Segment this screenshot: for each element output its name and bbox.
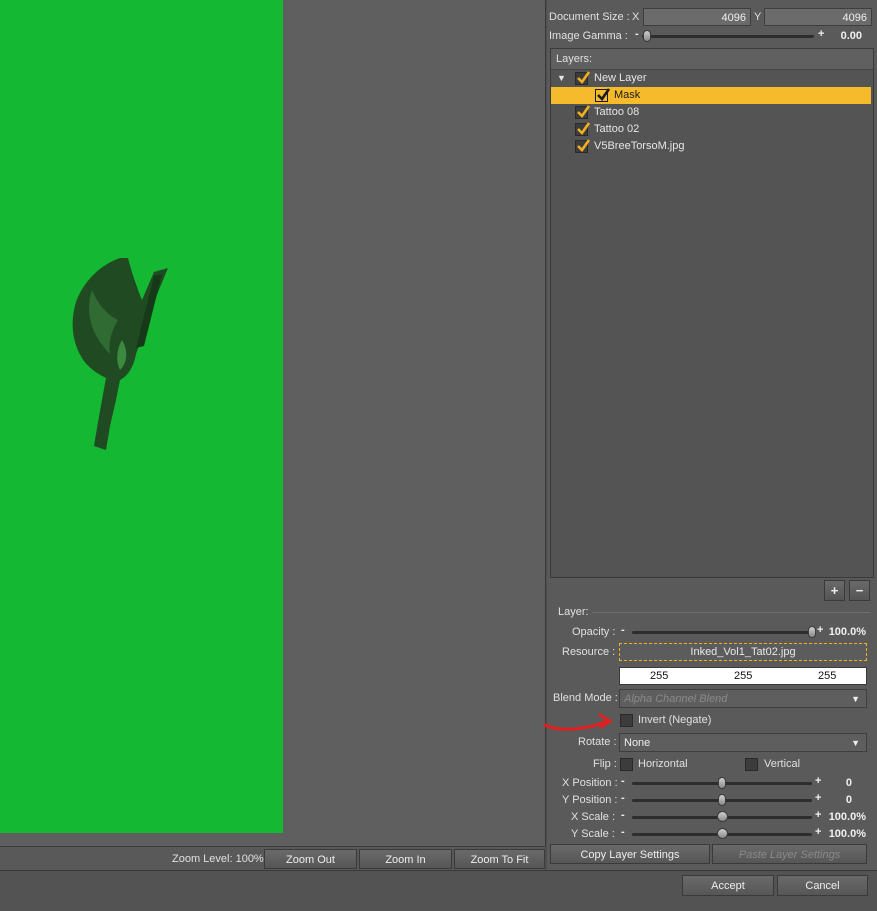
tattoo-image <box>72 258 168 450</box>
opacity-value: 100.0% <box>828 626 866 638</box>
gamma-plus-icon[interactable]: + <box>818 28 824 40</box>
remove-layer-button[interactable]: − <box>849 580 870 601</box>
flip-label: Flip : <box>593 758 617 770</box>
y-position-plus-icon[interactable]: + <box>815 792 821 804</box>
opacity-label: Opacity : <box>572 626 616 638</box>
y-label: Y <box>754 11 762 23</box>
document-width-field[interactable]: 4096 <box>643 8 751 26</box>
dropdown-arrow-icon: ▼ <box>851 738 860 748</box>
opacity-slider-track[interactable] <box>632 631 815 634</box>
layer-label: Tattoo 08 <box>594 106 640 118</box>
color-green-value: 255 <box>734 670 753 682</box>
rotate-value: None <box>624 737 651 749</box>
checkbox-checked-icon[interactable] <box>575 122 591 136</box>
checkbox-checked-icon[interactable] <box>575 105 591 119</box>
document-size-label: Document Size : <box>549 11 630 23</box>
layers-header-label: Layers: <box>556 53 593 65</box>
group-divider <box>592 612 870 613</box>
opacity-slider-handle[interactable] <box>808 626 816 638</box>
gamma-minus-icon[interactable]: - <box>635 28 639 40</box>
x-position-minus-icon[interactable]: - <box>621 775 625 787</box>
checkbox-checked-icon[interactable] <box>595 88 611 102</box>
opacity-plus-icon[interactable]: + <box>817 624 823 636</box>
rotate-label: Rotate : <box>578 736 617 748</box>
color-red-value: 255 <box>650 670 669 682</box>
layers-list[interactable]: Layers: ▼ New Layer Mask Tattoo 08 Tatto… <box>550 48 874 578</box>
y-scale-value: 100.0% <box>828 828 866 840</box>
layer-group-label: Layer: <box>558 606 589 618</box>
layer-row-base-texture[interactable]: V5BreeTorsoM.jpg <box>551 138 873 155</box>
zoom-toolbar: Zoom Level: 100% Zoom Out Zoom In Zoom T… <box>0 846 545 871</box>
y-scale-label: Y Scale : <box>571 828 615 840</box>
layer-label: V5BreeTorsoM.jpg <box>594 140 685 152</box>
gamma-value: 0.00 <box>840 30 862 42</box>
paste-layer-settings-button[interactable]: Paste Layer Settings <box>712 844 867 864</box>
invert-checkbox[interactable] <box>620 714 633 727</box>
image-gamma-label: Image Gamma : <box>549 30 628 42</box>
y-scale-plus-icon[interactable]: + <box>815 826 821 838</box>
cancel-button[interactable]: Cancel <box>777 875 868 896</box>
x-scale-slider-handle[interactable] <box>717 811 728 822</box>
zoom-out-button[interactable]: Zoom Out <box>264 849 357 869</box>
layer-row-mask[interactable]: Mask <box>551 87 871 104</box>
blend-mode-value: Alpha Channel Blend <box>624 693 728 705</box>
rotate-dropdown[interactable]: None ▼ <box>619 733 867 752</box>
layer-label: New Layer <box>594 72 647 84</box>
y-position-value: 0 <box>845 794 852 806</box>
layer-row-new-layer[interactable]: ▼ New Layer <box>551 70 873 87</box>
canvas-viewport[interactable] <box>0 0 546 846</box>
blend-mode-dropdown[interactable]: Alpha Channel Blend ▼ <box>619 689 867 708</box>
zoom-in-button[interactable]: Zoom In <box>359 849 452 869</box>
zoom-level-label: Zoom Level: 100% <box>172 853 264 865</box>
copy-layer-settings-button[interactable]: Copy Layer Settings <box>550 844 710 864</box>
x-position-label: X Position : <box>562 777 618 789</box>
x-scale-value: 100.0% <box>828 811 866 823</box>
accept-button[interactable]: Accept <box>682 875 774 896</box>
dropdown-arrow-icon: ▼ <box>851 694 860 704</box>
resource-field[interactable]: Inked_Vol1_Tat02.jpg <box>619 643 867 661</box>
opacity-minus-icon[interactable]: - <box>621 624 625 636</box>
x-position-plus-icon[interactable]: + <box>815 775 821 787</box>
color-blue-value: 255 <box>818 670 837 682</box>
minus-icon: − <box>855 583 864 598</box>
x-label: X <box>632 11 640 23</box>
add-layer-button[interactable]: + <box>824 580 845 601</box>
y-position-minus-icon[interactable]: - <box>621 792 625 804</box>
y-scale-minus-icon[interactable]: - <box>621 826 625 838</box>
gamma-slider-track[interactable] <box>642 35 814 38</box>
layer-row-tattoo-08[interactable]: Tattoo 08 <box>551 104 873 121</box>
x-scale-minus-icon[interactable]: - <box>621 809 625 821</box>
document-height-field[interactable]: 4096 <box>764 8 872 26</box>
expand-triangle-icon[interactable]: ▼ <box>557 70 566 87</box>
resource-label: Resource : <box>562 646 616 658</box>
y-scale-slider-handle[interactable] <box>717 828 728 839</box>
layer-label: Mask <box>614 89 641 101</box>
y-position-slider-handle[interactable] <box>718 794 726 806</box>
gamma-slider-handle[interactable] <box>643 30 651 42</box>
layer-label: Tattoo 02 <box>594 123 640 135</box>
x-scale-plus-icon[interactable]: + <box>815 809 821 821</box>
annotation-arrow <box>543 713 613 731</box>
color-swatch[interactable]: 255 255 255 <box>619 667 867 685</box>
checkbox-checked-icon[interactable] <box>575 71 591 85</box>
checkbox-checked-icon[interactable] <box>575 139 591 153</box>
layers-header: Layers: <box>551 49 873 70</box>
y-position-label: Y Position : <box>562 794 618 806</box>
zoom-to-fit-button[interactable]: Zoom To Fit <box>454 849 545 869</box>
plus-icon: + <box>830 583 839 598</box>
flip-vertical-label: Vertical <box>764 758 801 770</box>
invert-label: Invert (Negate) <box>638 714 712 726</box>
flip-horizontal-checkbox[interactable] <box>620 758 633 771</box>
flip-horizontal-label: Horizontal <box>638 758 688 770</box>
x-scale-label: X Scale : <box>571 811 616 823</box>
x-position-value: 0 <box>845 777 852 789</box>
layer-row-tattoo-02[interactable]: Tattoo 02 <box>551 121 873 138</box>
x-position-slider-handle[interactable] <box>718 777 726 789</box>
flip-vertical-checkbox[interactable] <box>745 758 758 771</box>
blend-mode-label: Blend Mode : <box>553 692 618 704</box>
